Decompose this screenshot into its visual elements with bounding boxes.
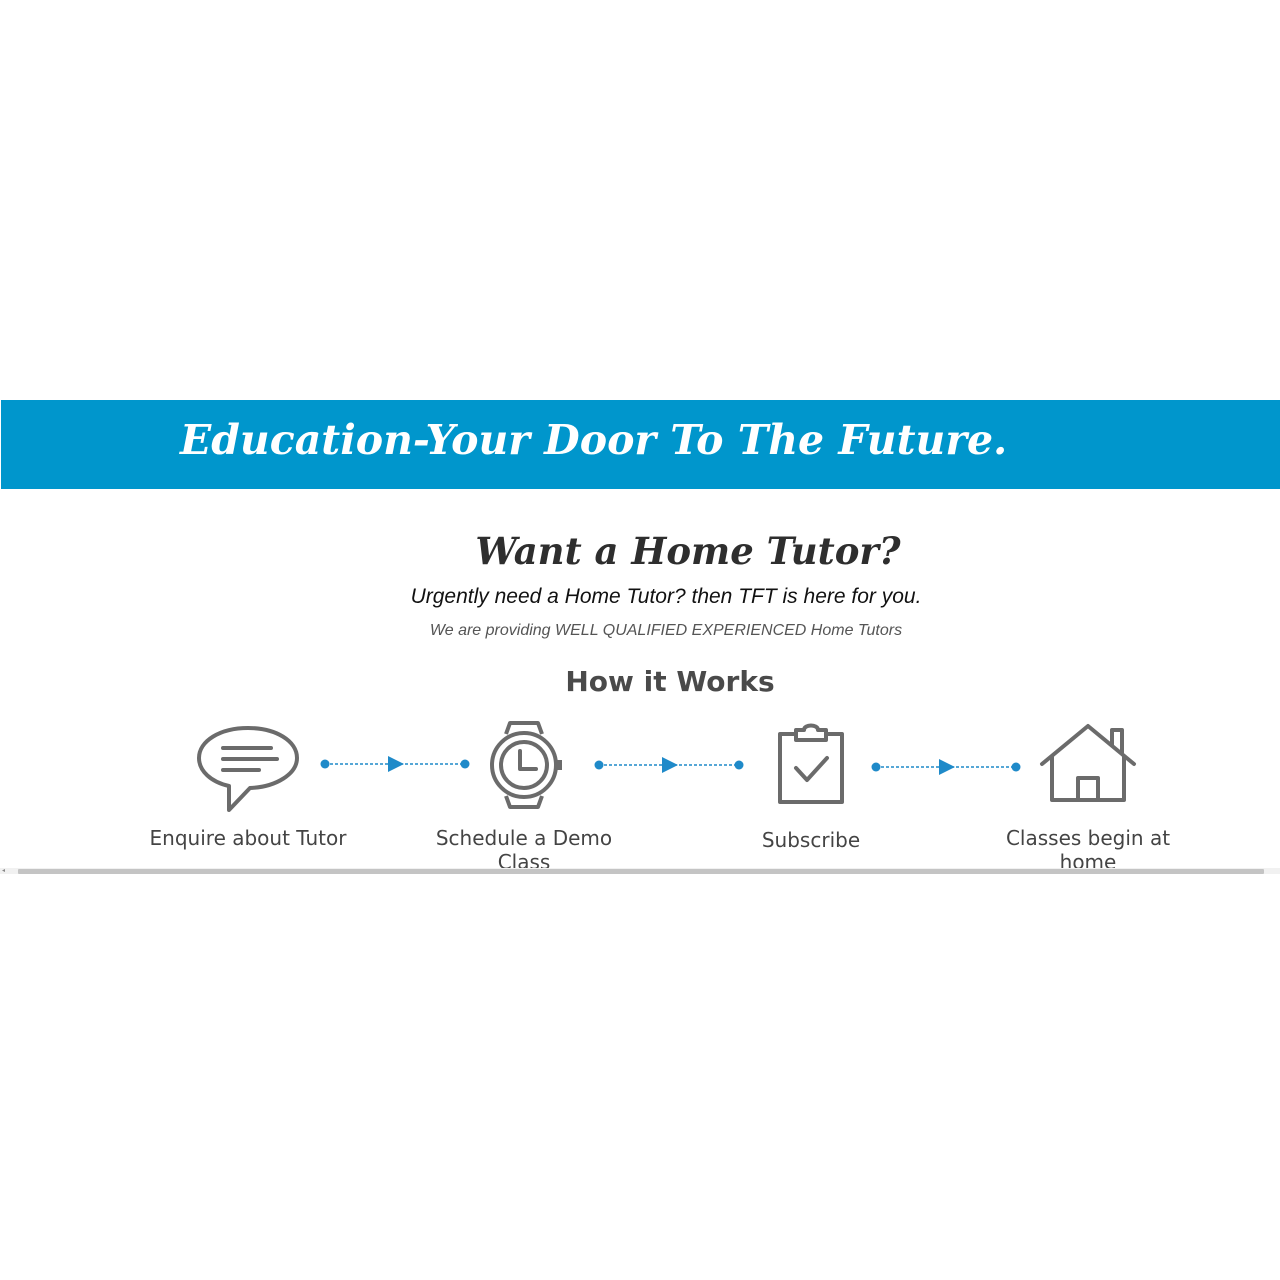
watch-icon: [490, 721, 562, 809]
step-subscribe: Subscribe: [701, 700, 921, 868]
house-icon: [1040, 724, 1136, 802]
how-it-works-steps: Enquire about Tutor Schedule a Demo Clas…: [0, 700, 1280, 868]
chat-bubble-icon: [197, 726, 299, 812]
step-enquire: Enquire about Tutor: [138, 700, 358, 868]
scrollbar-thumb[interactable]: [18, 869, 1264, 874]
arrow-left-icon[interactable]: ◂: [2, 868, 12, 874]
step-schedule: Schedule a Demo Class: [414, 700, 634, 868]
horizontal-scrollbar[interactable]: ◂: [0, 868, 1280, 874]
step-label: Enquire about Tutor: [149, 826, 347, 850]
hero-tagline: Urgently need a Home Tutor? then TFT is …: [410, 585, 922, 608]
hero-headline: Want a Home Tutor?: [475, 529, 901, 573]
step-label: Subscribe: [761, 828, 861, 852]
step-label: Classes begin at home: [1005, 826, 1171, 868]
step-label: Schedule a Demo Class: [435, 826, 613, 868]
banner-title: Education-Your Door To The Future.: [180, 416, 1008, 464]
step-classes-begin: Classes begin at home: [978, 700, 1198, 868]
clipboard-check-icon: [778, 723, 844, 804]
hero-subline: We are providing WELL QUALIFIED EXPERIEN…: [429, 622, 903, 639]
how-it-works-title: How it Works: [565, 665, 775, 698]
